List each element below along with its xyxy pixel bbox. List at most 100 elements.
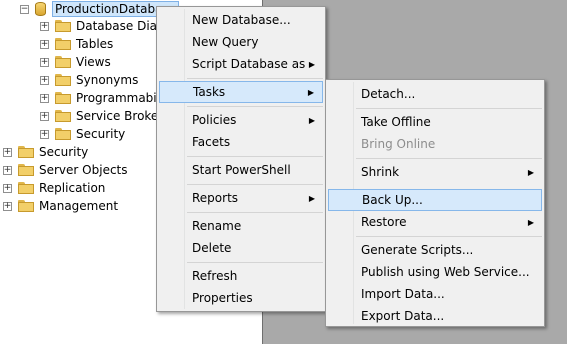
menu-item-label: Policies	[192, 113, 237, 127]
expand-icon[interactable]: +	[40, 111, 49, 121]
menu-item-label: Publish using Web Service...	[361, 265, 530, 279]
tree-node-label: Synonyms	[76, 73, 139, 87]
menu-item-import-data[interactable]: Import Data...	[328, 283, 542, 305]
menu-item-label: Rename	[192, 219, 242, 233]
menu-separator	[187, 262, 323, 263]
menu-separator	[187, 156, 323, 157]
menu-item-label: Start PowerShell	[192, 163, 291, 177]
tree-node-views[interactable]: + Views	[40, 53, 111, 71]
folder-icon	[55, 56, 71, 68]
menu-item-back-up[interactable]: Back Up...	[328, 189, 542, 211]
folder-icon	[55, 128, 71, 140]
menu-item-label: Script Database as	[192, 57, 306, 71]
menu-item-new-query[interactable]: New Query	[159, 31, 323, 53]
expand-icon[interactable]: +	[40, 129, 49, 139]
menu-separator	[187, 184, 323, 185]
menu-item-label: Back Up...	[362, 193, 423, 207]
menu-item-label: Tasks	[193, 85, 226, 99]
menu-item-detach[interactable]: Detach...	[328, 83, 542, 105]
menu-separator	[356, 158, 542, 159]
tree-node-service-broker[interactable]: + Service Broker	[40, 107, 163, 125]
menu-item-tasks[interactable]: Tasks ▶	[159, 81, 323, 103]
tree-node-label: Tables	[76, 37, 114, 51]
expand-icon[interactable]: +	[3, 183, 12, 193]
expand-icon[interactable]: +	[40, 75, 49, 85]
database-icon	[35, 2, 46, 16]
menu-item-label: New Query	[192, 35, 259, 49]
folder-icon	[55, 38, 71, 50]
menu-item-label: Facets	[192, 135, 231, 149]
menu-item-label: Take Offline	[361, 115, 431, 129]
menu-item-label: Import Data...	[361, 287, 445, 301]
menu-separator	[356, 236, 542, 237]
context-menu: New Database... New Query Script Databas…	[156, 6, 326, 312]
menu-item-label: Bring Online	[361, 137, 436, 151]
folder-icon	[18, 182, 34, 194]
tree-node-management[interactable]: + Management	[3, 197, 118, 215]
menu-item-export-data[interactable]: Export Data...	[328, 305, 542, 327]
menu-item-take-offline[interactable]: Take Offline	[328, 111, 542, 133]
menu-item-label: New Database...	[192, 13, 291, 27]
menu-item-refresh[interactable]: Refresh	[159, 265, 323, 287]
folder-icon	[55, 110, 71, 122]
menu-item-start-powershell[interactable]: Start PowerShell	[159, 159, 323, 181]
expand-icon[interactable]: +	[3, 201, 12, 211]
tasks-submenu: Detach... Take Offline Bring Online Shri…	[325, 79, 545, 327]
tree-node-label: Replication	[39, 181, 106, 195]
submenu-arrow-icon: ▶	[307, 87, 314, 97]
tree-node-label: Security	[39, 145, 89, 159]
menu-item-new-database[interactable]: New Database...	[159, 9, 323, 31]
menu-separator	[187, 106, 323, 107]
menu-item-label: Restore	[361, 215, 407, 229]
menu-item-label: Reports	[192, 191, 239, 205]
menu-item-policies[interactable]: Policies ▶	[159, 109, 323, 131]
expand-icon[interactable]: +	[3, 147, 12, 157]
menu-item-label: Detach...	[361, 87, 416, 101]
folder-icon	[18, 200, 34, 212]
folder-icon	[55, 20, 71, 32]
menu-item-reports[interactable]: Reports ▶	[159, 187, 323, 209]
menu-item-restore[interactable]: Restore ▶	[328, 211, 542, 233]
menu-item-label: Refresh	[192, 269, 238, 283]
submenu-arrow-icon: ▶	[308, 115, 315, 125]
menu-separator	[356, 108, 542, 109]
menu-item-properties[interactable]: Properties	[159, 287, 323, 309]
tree-node-label: Server Objects	[39, 163, 128, 177]
menu-separator	[187, 78, 323, 79]
tree-node-label: Security	[76, 127, 126, 141]
menu-separator	[187, 212, 323, 213]
tree-node-security[interactable]: + Security	[3, 143, 88, 161]
tree-node-server-objects[interactable]: + Server Objects	[3, 161, 128, 179]
collapse-icon[interactable]: −	[20, 4, 29, 14]
menu-item-generate-scripts[interactable]: Generate Scripts...	[328, 239, 542, 261]
submenu-arrow-icon: ▶	[308, 193, 315, 203]
tree-node-label: Service Broker	[76, 109, 164, 123]
folder-icon	[55, 74, 71, 86]
tree-node-label: Views	[76, 55, 111, 69]
expand-icon[interactable]: +	[40, 57, 49, 67]
tree-node-replication[interactable]: + Replication	[3, 179, 105, 197]
tree-node-tables[interactable]: + Tables	[40, 35, 113, 53]
menu-item-label: Delete	[192, 241, 232, 255]
menu-item-rename[interactable]: Rename	[159, 215, 323, 237]
tree-node-programmability[interactable]: + Programmability	[40, 89, 175, 107]
folder-icon	[18, 164, 34, 176]
expand-icon[interactable]: +	[40, 39, 49, 49]
menu-item-bring-online: Bring Online	[328, 133, 542, 155]
submenu-arrow-icon: ▶	[527, 217, 534, 227]
tree-node-db-security[interactable]: + Security	[40, 125, 125, 143]
expand-icon[interactable]: +	[40, 93, 49, 103]
menu-item-facets[interactable]: Facets	[159, 131, 323, 153]
menu-item-label: Generate Scripts...	[361, 243, 474, 257]
tree-node-label: Management	[39, 199, 119, 213]
tree-node-synonyms[interactable]: + Synonyms	[40, 71, 138, 89]
menu-item-publish-web-service[interactable]: Publish using Web Service...	[328, 261, 542, 283]
menu-item-label: Properties	[192, 291, 253, 305]
expand-icon[interactable]: +	[40, 21, 49, 31]
folder-icon	[18, 146, 34, 158]
menu-item-delete[interactable]: Delete	[159, 237, 323, 259]
expand-icon[interactable]: +	[3, 165, 12, 175]
menu-item-script-database-as[interactable]: Script Database as ▶	[159, 53, 323, 75]
menu-item-label: Export Data...	[361, 309, 445, 323]
menu-item-shrink[interactable]: Shrink ▶	[328, 161, 542, 183]
